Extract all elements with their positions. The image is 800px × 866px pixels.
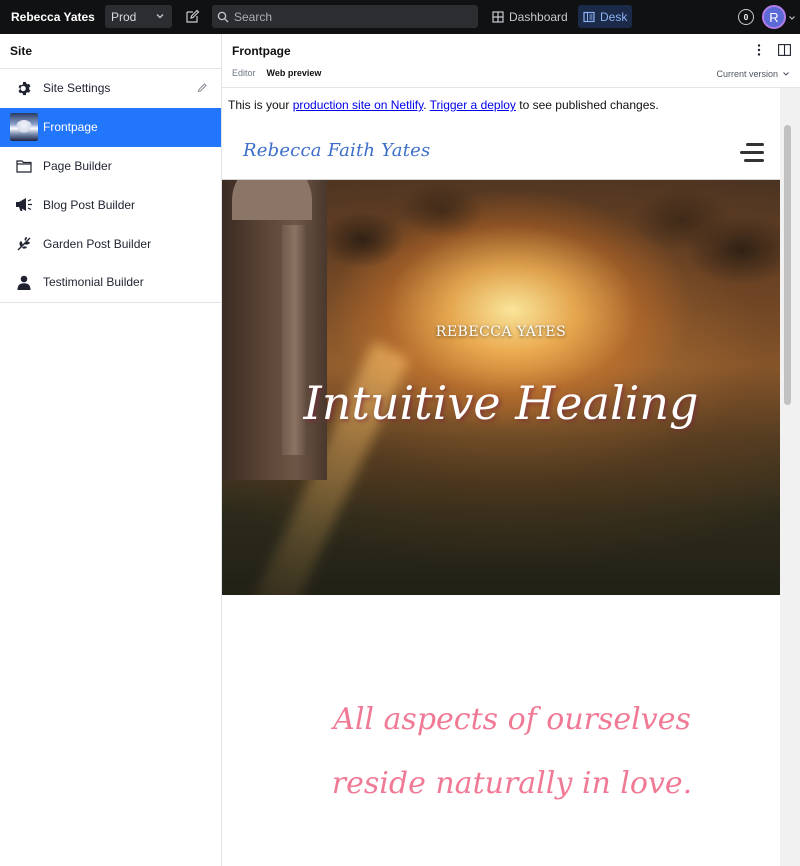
environment-select[interactable]: Prod	[105, 5, 172, 28]
structure-list: Site Settings Frontpage Page Builder Blo…	[0, 69, 221, 303]
hero-kicker: REBECCA YATES	[435, 324, 567, 340]
sidebar-item-label: Testimonial Builder	[43, 275, 144, 290]
top-navbar: Rebecca Yates Prod Dashboard Desk 0 R	[0, 0, 800, 34]
netlify-site-link[interactable]: production site on Netlify	[293, 98, 424, 112]
dashboard-icon	[492, 10, 504, 23]
web-preview-frame: This is your production site on Netlify.…	[222, 88, 800, 866]
site-logo[interactable]: Rebecca Faith Yates	[243, 140, 430, 161]
sidebar-item-label: Site Settings	[43, 81, 111, 96]
version-label: Current version	[716, 69, 778, 79]
pencil-icon[interactable]	[197, 82, 208, 93]
megaphone-icon	[10, 191, 38, 219]
trigger-deploy-link[interactable]: Trigger a deploy	[430, 98, 516, 112]
tab-editor[interactable]: Editor	[232, 68, 256, 78]
hero-quote: All aspects of ourselves reside naturall…	[331, 702, 693, 801]
version-select[interactable]: Current version	[716, 69, 790, 79]
deploy-notice: This is your production site on Netlify.…	[228, 98, 659, 112]
hero-title: Intuitive Healing	[303, 376, 699, 430]
pane-title: Site	[0, 34, 221, 69]
more-options-icon[interactable]	[754, 43, 764, 57]
user-avatar[interactable]: R	[762, 5, 786, 29]
person-icon	[10, 268, 38, 296]
sidebar-item-label: Garden Post Builder	[43, 236, 152, 251]
notice-text: This is your	[228, 98, 293, 112]
leaf-icon	[10, 230, 38, 258]
sidebar-item-site-settings[interactable]: Site Settings	[0, 69, 221, 108]
dashboard-label: Dashboard	[509, 9, 568, 24]
folder-icon	[10, 152, 38, 180]
sidebar-item-page-builder[interactable]: Page Builder	[0, 147, 221, 186]
chevron-down-icon	[156, 14, 164, 19]
sidebar-item-label: Page Builder	[43, 158, 112, 173]
desk-icon	[583, 11, 595, 22]
sidebar-item-label: Frontpage	[43, 120, 98, 135]
sidebar-item-testimonial-builder[interactable]: Testimonial Builder	[0, 263, 221, 302]
sidebar-item-label: Blog Post Builder	[43, 197, 136, 212]
notification-badge[interactable]: 0	[738, 9, 754, 25]
hero-banner: REBECCA YATES Intuitive Healing	[222, 180, 780, 595]
sidebar-item-garden-post-builder[interactable]: Garden Post Builder	[0, 224, 221, 263]
search-box[interactable]	[212, 5, 478, 28]
site-header: Rebecca Faith Yates	[222, 125, 780, 180]
document-title: Frontpage	[232, 44, 291, 58]
desk-label: Desk	[600, 9, 628, 24]
structure-pane: Site Site Settings Frontpage Page Builde…	[0, 34, 222, 866]
hamburger-menu-icon[interactable]	[740, 143, 764, 167]
sidebar-item-blog-post-builder[interactable]: Blog Post Builder	[0, 185, 221, 224]
sidebar-item-frontpage[interactable]: Frontpage	[0, 107, 221, 147]
dashboard-tool[interactable]: Dashboard	[487, 5, 573, 28]
split-pane-icon[interactable]	[778, 44, 791, 56]
desk-tool[interactable]: Desk	[578, 5, 633, 28]
frontpage-thumbnail	[10, 113, 38, 142]
chevron-down-icon	[783, 72, 789, 76]
compose-icon[interactable]	[185, 9, 200, 24]
preview-scrollbar[interactable]	[780, 88, 800, 866]
search-icon	[217, 11, 229, 23]
studio-brand[interactable]: Rebecca Yates	[11, 10, 105, 24]
tab-web-preview[interactable]: Web preview	[267, 68, 322, 78]
gear-icon	[10, 74, 38, 102]
search-input[interactable]	[234, 9, 464, 24]
scrollbar-thumb[interactable]	[784, 125, 791, 405]
chevron-down-icon[interactable]	[788, 14, 796, 22]
environment-value: Prod	[111, 9, 137, 24]
view-tabs: Editor Web preview	[232, 68, 321, 78]
document-header: Frontpage Editor Web preview Current ver…	[222, 34, 800, 88]
notice-text: to see published changes.	[515, 98, 659, 112]
